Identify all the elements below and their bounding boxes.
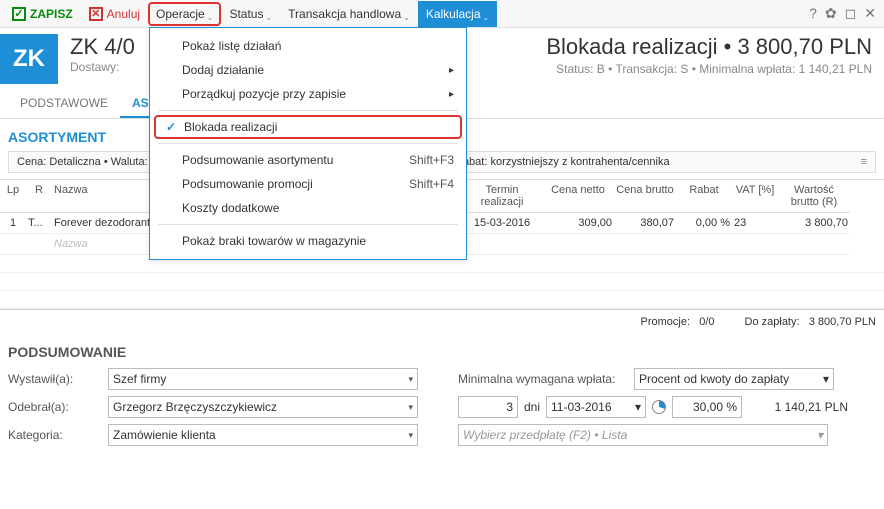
menu-icon: ≡ [861,156,867,168]
operations-dropdown: Pokaż listę działań Dodaj działanie▸ Por… [149,27,467,260]
menu-add-action[interactable]: Dodaj działanie▸ [150,58,466,82]
header-summary: Blokada realizacji • 3 800,70 PLN [546,34,872,60]
chevron-right-icon: ▸ [449,89,454,100]
chevron-down-icon: ▾ [408,374,413,385]
promo-value: 0/0 [699,316,714,328]
doc-subtitle: Dostawy: [70,60,135,74]
cell-term: 15-03-2016 [462,213,542,234]
topay-label: Do zapłaty: [745,316,800,328]
col-rabat[interactable]: Rabat [676,180,732,213]
menu-separator [158,110,458,111]
col-vat[interactable]: VAT [%] [732,180,778,213]
min-amount-value: 1 140,21 PLN [748,400,848,414]
transaction-label: Transakcja handlowa [288,7,401,21]
chevron-right-icon: ▸ [449,65,454,76]
cell-netto: 309,00 [542,213,614,234]
tab-basic[interactable]: PODSTAWOWE [8,90,120,118]
status-label: Status [229,7,263,21]
chevron-down-icon: ⌄ [207,13,214,22]
table-row-blank [0,291,884,309]
section-summary-title: PODSUMOWANIE [8,344,876,360]
pie-icon [652,400,666,414]
menu-sort-positions[interactable]: Porządkuj pozycje przy zapisie▸ [150,82,466,106]
chevron-down-icon: ▾ [823,372,829,386]
chevron-down-icon: ⌄ [483,13,490,22]
prepay-select[interactable]: Wybierz przedpłatę (F2) • Lista▾ [458,424,828,446]
check-icon: ✓ [166,120,176,134]
header-status-line: Status: B • Transakcja: S • Minimalna wp… [546,62,872,76]
cell-vat: 23 [732,213,778,234]
menu-block-realization[interactable]: ✓ Blokada realizacji [154,115,462,139]
chevron-down-icon: ▾ [817,428,823,442]
menu-show-actions[interactable]: Pokaż listę działań [150,34,466,58]
col-term[interactable]: Termin realizacji [462,180,542,213]
percent-input[interactable]: 30,00 % [672,396,742,418]
summary-section: PODSUMOWANIE Wystawił(a): Szef firmy▾ Mi… [0,334,884,458]
maximize-icon[interactable]: ◻ [845,5,857,22]
promo-label: Promocje: [641,316,691,328]
col-brutto[interactable]: Cena brutto [614,180,676,213]
close-icon[interactable]: ✕ [864,5,876,22]
grid-footer: Promocje: 0/0 Do zapłaty: 3 800,70 PLN [0,309,884,334]
doc-number: ZK 4/0 [70,34,135,60]
calculation-label: Kalkulacja [426,7,481,21]
help-icon[interactable]: ? [809,5,817,22]
rabat-filter[interactable]: Rabat: korzystniejszy z kontrahenta/cenn… [446,151,876,173]
calculation-menu-button[interactable]: Kalkulacja ⌄ [418,1,497,27]
x-icon: ✕ [89,7,103,21]
check-icon: ✓ [12,7,26,21]
transaction-menu-button[interactable]: Transakcja handlowa ⌄ [280,1,418,27]
cell-value: 3 800,70 [778,213,850,234]
days-unit: dni [524,400,540,414]
payment-type-select[interactable]: Procent od kwoty do zapłaty▾ [634,368,834,390]
menu-summary-promo[interactable]: Podsumowanie promocjiShift+F4 [150,172,466,196]
cancel-label: Anuluj [107,7,140,21]
min-payment-label: Minimalna wymagana wpłata: [458,372,628,386]
received-select[interactable]: Grzegorz Brzęczyszczykiewicz▾ [108,396,418,418]
gear-icon[interactable]: ✿ [825,5,837,22]
chevron-down-icon: ▾ [635,400,641,414]
save-button[interactable]: ✓ ZAPISZ [4,1,81,27]
col-r[interactable]: R [26,180,52,213]
received-label: Odebrał(a): [8,400,108,414]
menu-separator [158,143,458,144]
days-input[interactable]: 3 [458,396,518,418]
top-toolbar: ✓ ZAPISZ ✕ Anuluj Operacje ⌄ Status ⌄ Tr… [0,0,884,28]
issued-label: Wystawił(a): [8,372,108,386]
chevron-down-icon: ▾ [408,402,413,413]
topay-value: 3 800,70 PLN [809,316,876,328]
cancel-button[interactable]: ✕ Anuluj [81,1,148,27]
cell-r: T... [26,213,52,234]
menu-show-shortages[interactable]: Pokaż braki towarów w magazynie [150,229,466,253]
table-row-blank [0,273,884,291]
issued-select[interactable]: Szef firmy▾ [108,368,418,390]
doc-type-badge: ZK [0,34,58,84]
date-input[interactable]: 11-03-2016▾ [546,396,646,418]
chevron-down-icon: ▾ [408,430,413,441]
col-netto[interactable]: Cena netto [542,180,614,213]
status-menu-button[interactable]: Status ⌄ [221,1,280,27]
menu-extra-costs[interactable]: Koszty dodatkowe [150,196,466,220]
operations-label: Operacje [156,7,205,21]
col-lp[interactable]: Lp [0,180,26,213]
window-controls: ? ✿ ◻ ✕ [809,5,884,22]
cell-lp: 1 [0,213,26,234]
category-label: Kategoria: [8,428,108,442]
chevron-down-icon: ⌄ [403,13,410,22]
cell-brutto: 380,07 [614,213,676,234]
col-value[interactable]: Wartość brutto (R) [778,180,850,213]
menu-summary-assortment[interactable]: Podsumowanie asortymentuShift+F3 [150,148,466,172]
chevron-down-icon: ⌄ [265,13,272,22]
operations-menu-button[interactable]: Operacje ⌄ [148,2,221,26]
cell-rabat: 0,00 % [676,213,732,234]
menu-separator [158,224,458,225]
save-label: ZAPISZ [30,7,73,21]
category-select[interactable]: Zamówienie klienta▾ [108,424,418,446]
